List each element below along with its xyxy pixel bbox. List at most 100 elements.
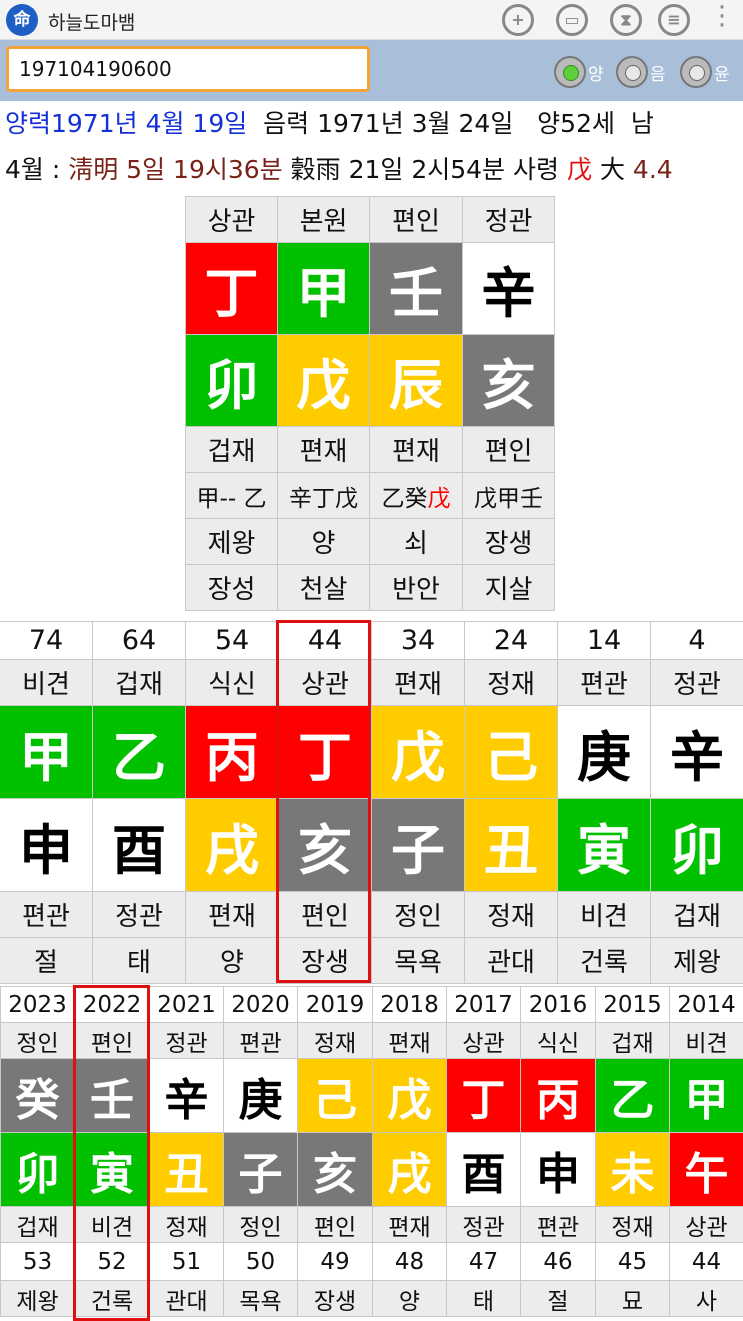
heavenly-stem: 癸: [0, 1058, 75, 1133]
hidden-stems: 甲-- 乙: [185, 472, 278, 519]
pillar-label-row: 상관 본원 편인 정관: [185, 196, 555, 243]
earthly-branch: 辰: [369, 334, 463, 427]
heavenly-stem: 乙: [595, 1058, 670, 1133]
heavenly-stem: 戊: [371, 705, 465, 799]
earthly-branch: 戌: [185, 798, 279, 892]
earthly-branch: 亥: [297, 1132, 373, 1207]
seun-branch-row: 卯寅丑子亥戌酉申未午: [0, 1132, 743, 1207]
hidden-stem-row: 甲-- 乙辛丁戊 乙癸戊 戊甲壬: [185, 472, 555, 519]
seun-age-row: 53 52 51 50 49 48 47 46 45 44: [0, 1242, 743, 1281]
earthly-branch: 午: [669, 1132, 743, 1207]
birth-datetime-input[interactable]: [6, 46, 370, 92]
ten-god-label: 편재: [371, 659, 465, 706]
ten-god-label: 정인: [223, 1206, 298, 1243]
ten-god-label: 비견: [557, 891, 651, 938]
twelve-stage-label: 제왕: [650, 937, 743, 984]
twelve-stage-label: 제왕: [185, 518, 278, 565]
daeun-age: 74: [0, 621, 93, 660]
solar-term-2: 穀雨 21일 2시54분: [290, 155, 506, 184]
seun-age: 52: [74, 1242, 150, 1281]
twelve-stage-label: 장생: [278, 937, 372, 984]
heavenly-stem: 庚: [223, 1058, 298, 1133]
save-icon[interactable]: ▭: [556, 4, 588, 36]
twelve-stage-label: 쇠: [369, 518, 463, 565]
ten-god-label: 편관: [557, 659, 651, 706]
ten-god-label: 식신: [520, 1022, 596, 1059]
twelve-stage-label: 양: [372, 1280, 447, 1317]
daeun-table: 74 64 54 44 34 24 14 4 비견 겁재 식신 상관 편재 정재 편관 정관 甲乙丙丁戊己庚辛申…: [0, 621, 743, 984]
seun-table: 2023 2022 2021 2020 2019 2018 2017 2016 2015 2014…: [0, 986, 743, 1317]
ten-god-label: 편재: [369, 426, 463, 473]
ten-god-label: 정재: [464, 659, 558, 706]
ten-god-label: 비견: [669, 1022, 743, 1059]
ten-god-label: 정관: [92, 891, 186, 938]
ten-god-label: 식신: [185, 659, 279, 706]
radio-unselected-icon: [680, 56, 712, 88]
daeun-ten-god-row: 비견 겁재 식신 상관 편재 정재 편관 정관: [0, 659, 743, 706]
ten-god-label: 편인: [462, 426, 555, 473]
hidden-stems: 戊甲壬: [462, 472, 555, 519]
database-icon[interactable]: ≡: [658, 4, 690, 36]
hidden-stems: 乙癸戊: [369, 472, 463, 519]
ten-god-label: 정관: [149, 1022, 224, 1059]
seun-branch-ten-god-row: 겁재 비견 정재 정인 편인 편재 정관 편관 정재 상관: [0, 1206, 743, 1243]
twelve-stage-label: 양: [277, 518, 370, 565]
earthly-branch-row: 卯戊辰亥: [185, 334, 555, 427]
age: 양52세: [537, 109, 615, 138]
twelve-stage-label: 제왕: [0, 1280, 75, 1317]
daeun-age: 14: [557, 621, 651, 660]
life-stage-row: 제왕 양 쇠 장생: [185, 518, 555, 565]
seun-year: 2018: [372, 986, 447, 1023]
sex: 남: [630, 109, 654, 138]
earthly-branch: 卯: [650, 798, 743, 892]
hourglass-icon[interactable]: ⧗: [610, 4, 642, 36]
earthly-branch: 卯: [185, 334, 278, 427]
ten-god-label: 겁재: [0, 1206, 75, 1243]
earthly-branch: 戌: [372, 1132, 447, 1207]
hidden-stem-part: 乙癸: [381, 485, 428, 512]
twelve-stage-label: 태: [446, 1280, 521, 1317]
radio-unselected-icon: [616, 56, 648, 88]
lunar-date: 음력 1971년 3월 24일: [263, 109, 514, 138]
heavenly-stem: 甲: [0, 705, 93, 799]
earthly-branch: 申: [520, 1132, 596, 1207]
twelve-stage-label: 묘: [595, 1280, 670, 1317]
earthly-branch: 丑: [149, 1132, 224, 1207]
heavenly-stem: 甲: [277, 242, 370, 335]
seun-age: 47: [446, 1242, 521, 1281]
heavenly-stem: 戊: [372, 1058, 447, 1133]
twelve-stage-label: 양: [185, 937, 279, 984]
heavenly-stem: 辛: [149, 1058, 224, 1133]
more-vert-icon[interactable]: · · ·: [712, 0, 732, 39]
heavenly-stem: 丁: [446, 1058, 521, 1133]
seun-year: 2016: [520, 986, 596, 1023]
seun-year: 2020: [223, 986, 298, 1023]
app-title: 하늘도마뱀: [48, 12, 136, 34]
heavenly-stem: 辛: [650, 705, 743, 799]
seun-stage-row: 제왕 건록 관대 목욕 장생 양 태 절 묘 사: [0, 1280, 743, 1317]
ten-god-label: 편관: [520, 1206, 596, 1243]
ten-god-label: 정재: [595, 1206, 670, 1243]
twelve-stage-label: 관대: [149, 1280, 224, 1317]
daeun-age: 34: [371, 621, 465, 660]
daeun-branch-ten-god-row: 편관 정관 편재 편인 정인 정재 비견 겁재: [0, 891, 743, 938]
earthly-branch: 戊: [277, 334, 370, 427]
ten-god-label: 정관: [462, 196, 555, 243]
seun-year: 2023: [0, 986, 75, 1023]
ten-god-label: 정재: [464, 891, 558, 938]
earthly-branch: 申: [0, 798, 93, 892]
four-pillars-table: 상관 본원 편인 정관 丁甲壬辛卯戊辰亥 겁재 편재 편재 편인 甲-- 乙辛丁戊 乙癸戊 戊甲壬 제왕…: [185, 196, 555, 611]
earthly-branch: 子: [371, 798, 465, 892]
add-person-icon[interactable]: +: [502, 4, 534, 36]
twelve-stage-label: 장생: [297, 1280, 373, 1317]
earthly-branch: 酉: [92, 798, 186, 892]
spirit-row: 장성 천살 반안 지살: [185, 564, 555, 611]
daeun-age: 4: [650, 621, 743, 660]
seun-age: 45: [595, 1242, 670, 1281]
twelve-spirit-label: 천살: [277, 564, 370, 611]
heavenly-stem: 壬: [369, 242, 463, 335]
earthly-branch: 未: [595, 1132, 670, 1207]
twelve-stage-label: 목욕: [223, 1280, 298, 1317]
twelve-stage-label: 사: [669, 1280, 743, 1317]
ten-god-label: 겁재: [92, 659, 186, 706]
